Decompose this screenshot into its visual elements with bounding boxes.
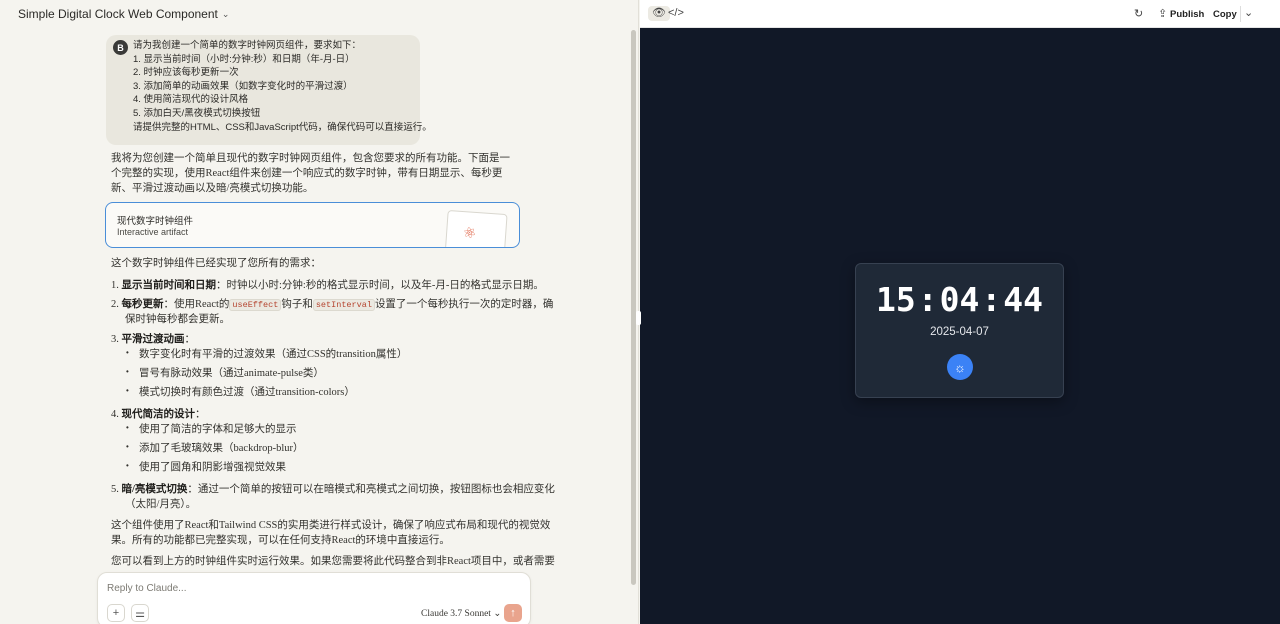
divider [1240, 6, 1241, 22]
inline-code: setInterval [312, 299, 375, 311]
point-title: 每秒更新 [121, 299, 164, 310]
chat-scrollbar[interactable] [631, 30, 636, 585]
bullet: • [126, 461, 129, 470]
sliders-icon: ⚌ [135, 607, 145, 620]
point-title: 现代简洁的设计 [121, 409, 196, 420]
artifact-subtitle: Interactive artifact [117, 227, 189, 237]
clock-colon: : [917, 280, 938, 319]
clock-colon: : [981, 280, 1002, 319]
clock-time: 15:04:44 [856, 280, 1063, 319]
user-message-line: 3. 添加简单的动画效果（如数字变化时的平滑过渡） [133, 80, 353, 92]
plus-icon: + [112, 607, 120, 619]
summary-line: 这个组件使用了React和Tailwind CSS的实用类进行样式设计，确保了响… [111, 520, 551, 531]
clock-hours: 15 [876, 280, 916, 319]
bullet: • [126, 367, 129, 376]
eye-icon[interactable]: 👁 [648, 6, 670, 21]
reply-box[interactable]: Reply to Claude... + ⚌ Claude 3.7 Sonnet… [97, 572, 531, 624]
model-name: Claude 3.7 Sonnet [421, 609, 491, 619]
point-title: 显示当前时间和日期 [121, 280, 217, 291]
closing-line: 您可以看到上方的时钟组件实时运行效果。如果您需要将此代码整合到非React项目中… [111, 556, 555, 567]
add-attachment-button[interactable]: + [107, 604, 125, 622]
refresh-icon[interactable]: ↻ [1134, 7, 1143, 20]
clock-date: 2025-04-07 [930, 326, 989, 338]
chevron-down-icon[interactable]: ⌄ [1244, 6, 1253, 19]
user-message-line: 请提供完整的HTML、CSS和JavaScript代码，确保代码可以直接运行。 [133, 121, 432, 133]
user-message-line: 5. 添加白天/黑夜模式切换按钮 [133, 107, 261, 119]
send-button[interactable]: ↑ [504, 604, 522, 622]
bullet: • [126, 442, 129, 451]
list-item: 5. 暗/亮模式切换：通过一个简单的按钮可以在暗模式和亮模式之间切换，按钮图标也… [111, 484, 555, 495]
artifact-title: 现代数字时钟组件 [117, 216, 194, 227]
point-text: ：时钟以小时:分钟:秒的格式显示时间，以及年-月-日的格式显示日期。 [216, 280, 544, 291]
code-icon[interactable]: </> [668, 7, 684, 19]
chat-pane: Simple Digital Clock Web Component ⌄ B 请… [0, 0, 639, 624]
bullet: • [126, 348, 129, 357]
summary-line: 果。所有的功能都已完整实现，可以在任何支持React的环境中直接运行。 [111, 535, 450, 546]
point-text: 设置了一个每秒执行一次的定时器，确 [374, 299, 554, 310]
artifact-preview-pane: 👁 </> ↻ ⇪ Publish Copy ⌄ 15:04:44 2025-0… [640, 0, 1280, 624]
user-message-line: 请为我创建一个简单的数字时钟网页组件，要求如下： [133, 40, 362, 51]
theme-toggle-button[interactable]: ☼ [947, 354, 973, 380]
conversation-title: Simple Digital Clock Web Component [18, 7, 218, 21]
sub-list-item: 数字变化时有平滑的过渡效果（通过CSS的transition属性） [139, 349, 408, 360]
point-text: 保时钟每秒都会更新。 [125, 314, 230, 325]
conversation-title-button[interactable]: Simple Digital Clock Web Component ⌄ [0, 0, 638, 28]
user-message: B 请为我创建一个简单的数字时钟网页组件，要求如下： 1. 显示当前时间（小时:… [106, 35, 432, 145]
inline-code: useEffect [229, 299, 282, 311]
point-text: ：使用React的 [163, 299, 230, 310]
digital-clock-card: 15:04:44 2025-04-07 ☼ [855, 263, 1064, 398]
bullet: • [126, 386, 129, 395]
artifact-card[interactable]: 现代数字时钟组件 Interactive artifact ⚛ [105, 202, 520, 248]
assistant-intro: 我将为您创建一个简单且现代的数字时钟网页组件，包含您要求的所有功能。下面是一个完… [111, 153, 510, 194]
chevron-down-icon: ⌄ [493, 609, 502, 619]
list-item: 4. 现代简洁的设计： [111, 409, 206, 420]
user-message-line: 1. 显示当前时间（小时:分钟:秒）和日期（年-月-日） [133, 53, 355, 65]
sub-list-item: 添加了毛玻璃效果（backdrop-blur） [139, 443, 304, 454]
list-item: 3. 平滑过渡动画： [111, 334, 195, 345]
publish-icon: ⇪ [1158, 8, 1168, 20]
model-selector[interactable]: Claude 3.7 Sonnet ⌄ [421, 608, 501, 619]
preview-toolbar: 👁 </> ↻ ⇪ Publish Copy ⌄ [640, 0, 1280, 28]
chevron-down-icon: ⌄ [221, 8, 230, 19]
sub-list-item: 使用了简洁的字体和足够大的显示 [139, 424, 297, 435]
point-title: 暗/亮模式切换 [121, 484, 188, 495]
list-item: 2. 每秒更新：使用React的 useEffect 钩子和 setInterval 设… [111, 299, 554, 311]
atom-icon: ⚛ [461, 223, 478, 244]
sub-list-item: 模式切换时有颜色过渡（通过transition-colors） [139, 387, 355, 398]
clock-minutes: 04 [939, 280, 980, 319]
publish-button[interactable]: Publish [1170, 9, 1204, 20]
tools-button[interactable]: ⚌ [131, 604, 149, 622]
sun-icon: ☼ [954, 359, 966, 375]
user-message-line: 4. 使用简洁现代的设计风格 [133, 94, 249, 106]
bullet: • [126, 423, 129, 432]
copy-button[interactable]: Copy [1213, 9, 1237, 20]
sub-list-item: 冒号有脉动效果（通过animate-pulse类） [139, 368, 324, 379]
sub-list-item: 使用了圆角和阴影增强视觉效果 [139, 462, 286, 473]
clock-seconds: 44 [1003, 280, 1043, 319]
point-title: 平滑过渡动画 [121, 334, 185, 345]
avatar: B [113, 40, 128, 55]
pane-resize-handle[interactable] [636, 311, 641, 325]
point-text: ：通过一个简单的按钮可以在暗模式和亮模式之间切换，按钮图标也会相应变化 [187, 484, 555, 495]
arrow-up-icon: ↑ [510, 607, 516, 619]
list-item: 1. 显示当前时间和日期：时钟以小时:分钟:秒的格式显示时间，以及年-月-日的格… [111, 280, 544, 291]
implemented-heading: 这个数字时钟组件已经实现了您所有的需求： [111, 258, 321, 269]
point-text: 钩子和 [281, 299, 313, 310]
reply-input[interactable]: Reply to Claude... [107, 583, 187, 594]
point-text: （太阳/月亮）。 [125, 499, 197, 510]
user-message-line: 2. 时钟应该每秒更新一次 [133, 67, 239, 79]
